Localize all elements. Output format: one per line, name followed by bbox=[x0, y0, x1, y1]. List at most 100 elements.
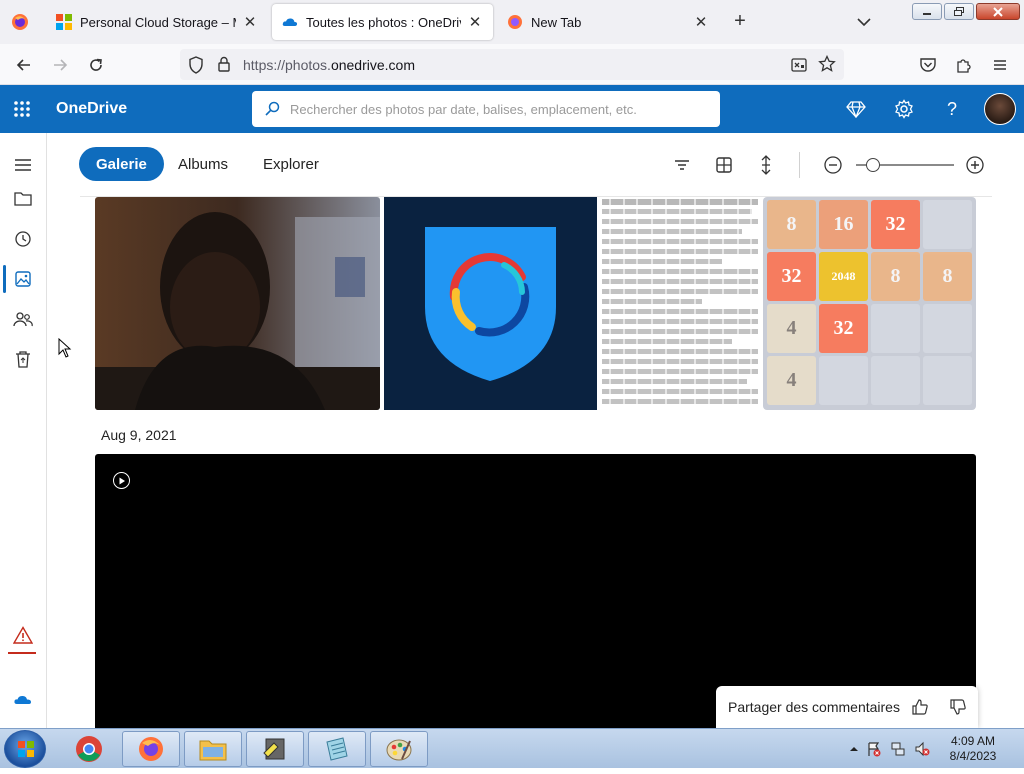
game-tile bbox=[923, 200, 972, 249]
firefox-menu-icon[interactable] bbox=[0, 0, 40, 44]
game-tile: 32 bbox=[819, 304, 868, 353]
feedback-panel: Partager des commentaires bbox=[716, 686, 978, 728]
zoom-in-icon[interactable] bbox=[962, 152, 988, 178]
volume-muted-icon[interactable] bbox=[914, 741, 930, 757]
notepad-taskbar-icon[interactable] bbox=[308, 731, 366, 767]
tab-title: New Tab bbox=[531, 14, 582, 30]
game-tile: 8 bbox=[923, 252, 972, 301]
firefox-taskbar-icon[interactable] bbox=[122, 731, 180, 767]
show-hidden-icons-chevron-icon[interactable] bbox=[846, 741, 862, 757]
photo-search-box[interactable] bbox=[252, 91, 720, 127]
lock-icon[interactable] bbox=[217, 56, 231, 77]
window-controls bbox=[912, 3, 1020, 20]
restore-button[interactable] bbox=[944, 3, 974, 20]
game-tile: 16 bbox=[819, 200, 868, 249]
thumbs-up-icon[interactable] bbox=[910, 697, 930, 717]
pocket-icon[interactable] bbox=[915, 52, 941, 78]
onedrive-brand[interactable]: OneDrive bbox=[56, 100, 127, 118]
zoom-slider-thumb[interactable] bbox=[866, 158, 880, 172]
photo-hotspot-shield[interactable] bbox=[384, 197, 597, 410]
forward-arrow-icon[interactable] bbox=[47, 52, 73, 78]
photo-portrait[interactable] bbox=[95, 197, 380, 410]
minimize-button[interactable] bbox=[912, 3, 942, 20]
game-tile bbox=[923, 356, 972, 405]
game-board: 8 16 32 32 2048 8 8 4 32 4 bbox=[767, 200, 973, 407]
search-icon bbox=[264, 101, 280, 122]
game-tile bbox=[871, 304, 920, 353]
clock-date: 8/4/2023 bbox=[949, 749, 997, 763]
chrome-taskbar-icon[interactable] bbox=[60, 731, 118, 767]
tab-albums[interactable]: Albums bbox=[161, 147, 245, 181]
layout-grid-icon[interactable] bbox=[711, 152, 737, 178]
taskbar-clock[interactable]: 4:09 AM 8/4/2023 bbox=[934, 734, 1012, 764]
bookmark-star-icon[interactable] bbox=[818, 54, 836, 78]
tab-close-icon[interactable]: ✕ bbox=[242, 13, 258, 31]
shared-people-icon[interactable] bbox=[9, 305, 37, 333]
warning-triangle-icon[interactable] bbox=[9, 621, 37, 649]
file-explorer-taskbar-icon[interactable] bbox=[184, 731, 242, 767]
photo-2048-game[interactable]: 8 16 32 32 2048 8 8 4 32 4 bbox=[763, 197, 976, 410]
photos-icon[interactable] bbox=[9, 265, 37, 293]
game-tile: 4 bbox=[767, 304, 816, 353]
settings-gear-icon[interactable] bbox=[892, 97, 916, 121]
recent-clock-icon[interactable] bbox=[9, 225, 37, 253]
game-tile: 8 bbox=[767, 200, 816, 249]
app-taskbar-icon[interactable] bbox=[246, 731, 304, 767]
app-launcher-waffle-icon[interactable] bbox=[10, 97, 34, 121]
reload-icon[interactable] bbox=[83, 52, 109, 78]
reader-view-icon[interactable] bbox=[790, 56, 808, 79]
tab-title: Toutes les photos : OneDrive bbox=[306, 14, 461, 30]
extensions-puzzle-icon[interactable] bbox=[951, 52, 977, 78]
search-input[interactable] bbox=[290, 91, 710, 127]
hamburger-menu-icon[interactable] bbox=[987, 52, 1013, 78]
network-icon[interactable] bbox=[890, 741, 906, 757]
game-tile: 8 bbox=[871, 252, 920, 301]
close-window-button[interactable] bbox=[976, 3, 1020, 20]
tracking-protection-shield-icon[interactable] bbox=[188, 56, 204, 79]
filter-icon[interactable] bbox=[669, 152, 695, 178]
toolbar-separator bbox=[799, 152, 800, 178]
browser-tabstrip: Personal Cloud Storage – Micro ✕ Toutes … bbox=[0, 0, 1024, 44]
zoom-out-icon[interactable] bbox=[820, 152, 846, 178]
address-bar[interactable]: https://photos.onedrive.com bbox=[180, 49, 844, 80]
rail-warning-divider bbox=[8, 652, 36, 654]
expand-vertical-icon[interactable] bbox=[753, 152, 779, 178]
tab-onedrive-photos[interactable]: Toutes les photos : OneDrive ✕ bbox=[272, 4, 493, 40]
url-text[interactable]: https://photos.onedrive.com bbox=[243, 57, 415, 73]
play-video-icon bbox=[113, 472, 130, 489]
browser-navbar: https://photos.onedrive.com bbox=[0, 44, 1024, 85]
help-icon[interactable]: ? bbox=[940, 97, 964, 121]
back-arrow-icon[interactable] bbox=[11, 52, 37, 78]
game-tile: 32 bbox=[767, 252, 816, 301]
list-all-tabs-chevron-icon[interactable] bbox=[852, 12, 876, 32]
onedrive-cloud-icon[interactable] bbox=[9, 685, 37, 713]
tab-explorer[interactable]: Explorer bbox=[246, 147, 336, 181]
premium-diamond-icon[interactable] bbox=[844, 97, 868, 121]
left-nav-rail bbox=[0, 133, 47, 728]
tab-personal-cloud-storage[interactable]: Personal Cloud Storage – Micro ✕ bbox=[46, 4, 268, 40]
rail-active-indicator bbox=[3, 265, 6, 293]
feedback-label: Partager des commentaires bbox=[728, 699, 900, 715]
tab-galerie[interactable]: Galerie bbox=[79, 147, 164, 181]
paint-taskbar-icon[interactable] bbox=[370, 731, 428, 767]
onedrive-cloud-icon bbox=[282, 14, 298, 30]
tab-close-icon[interactable]: ✕ bbox=[693, 13, 709, 31]
microsoft-logo-icon bbox=[56, 14, 72, 30]
my-files-folder-icon[interactable] bbox=[9, 185, 37, 213]
game-tile bbox=[871, 356, 920, 405]
game-tile bbox=[923, 304, 972, 353]
recycle-bin-icon[interactable] bbox=[9, 345, 37, 373]
tab-title: Personal Cloud Storage – Micro bbox=[80, 14, 236, 30]
user-avatar[interactable] bbox=[984, 93, 1016, 125]
action-center-flag-icon[interactable] bbox=[866, 741, 882, 757]
tab-new-tab[interactable]: New Tab ✕ bbox=[497, 4, 719, 40]
photo-text-scan[interactable] bbox=[600, 197, 760, 410]
game-tile bbox=[819, 356, 868, 405]
thumbs-down-icon[interactable] bbox=[948, 697, 968, 717]
onedrive-header: OneDrive ? bbox=[0, 85, 1024, 133]
url-prefix: https://photos. bbox=[243, 57, 331, 73]
tab-close-icon[interactable]: ✕ bbox=[467, 13, 483, 31]
start-button[interactable] bbox=[4, 730, 46, 768]
hamburger-menu-icon[interactable] bbox=[9, 151, 37, 179]
new-tab-button[interactable]: + bbox=[728, 10, 752, 34]
